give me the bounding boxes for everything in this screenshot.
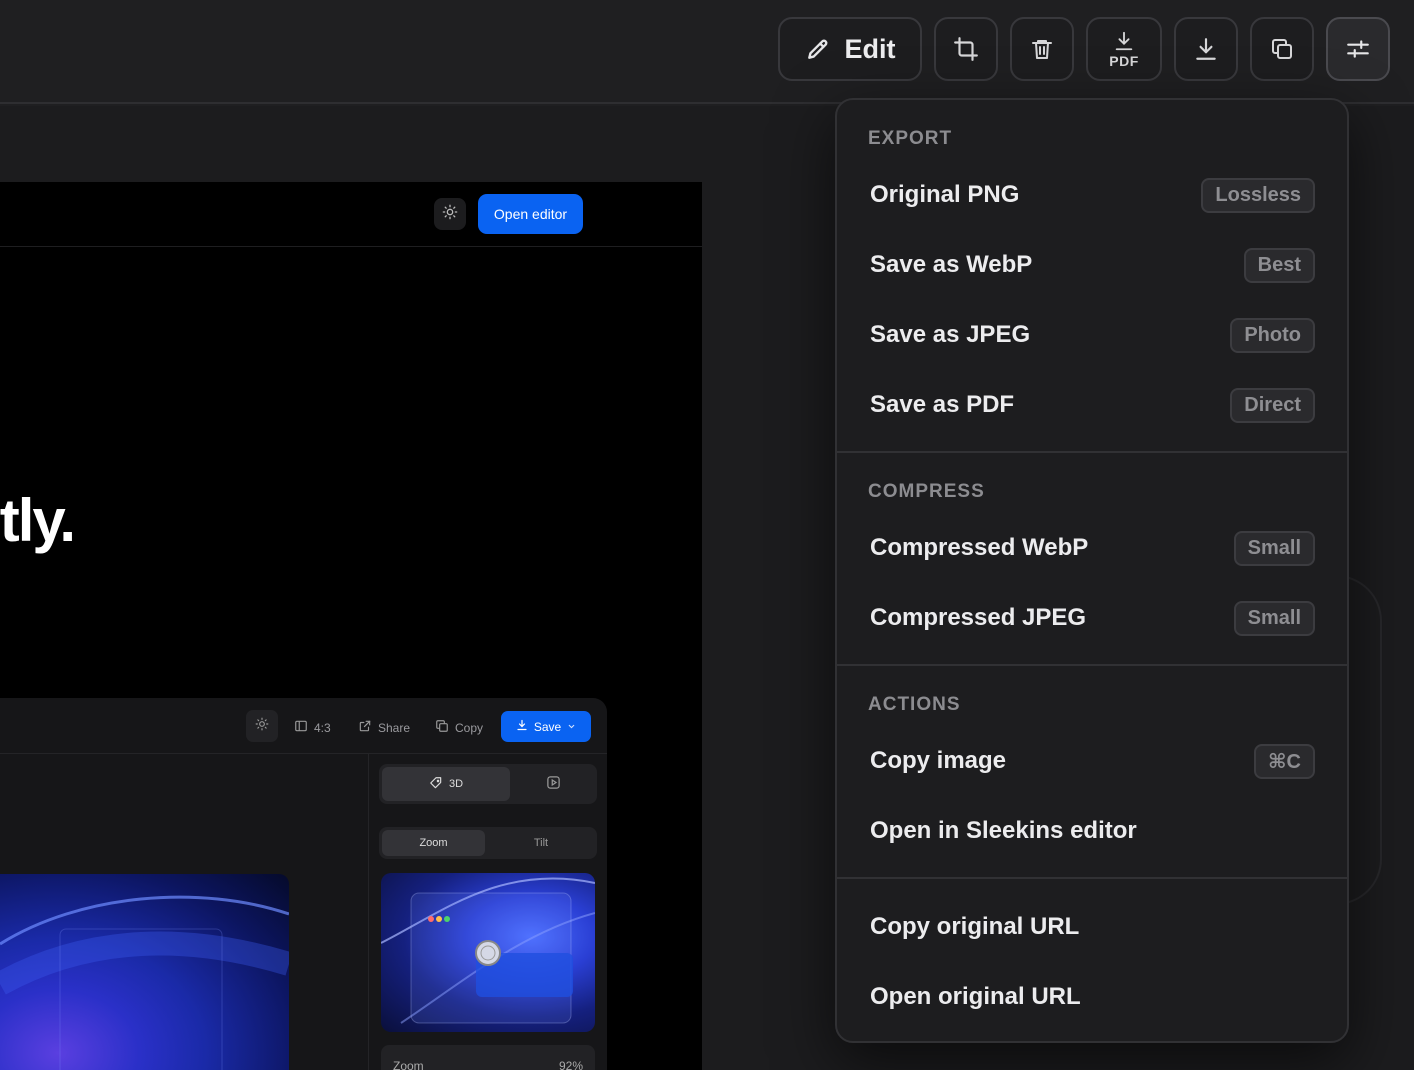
- share-icon: [358, 719, 372, 736]
- inner-aspect: 4:3: [294, 719, 331, 736]
- inner-save-label: Save: [533, 719, 562, 734]
- inner-share-label: Share: [378, 720, 411, 735]
- inner-save-button: Save: [501, 711, 591, 742]
- copy-button[interactable]: [1250, 17, 1314, 81]
- inner-app-screenshot: 4:3 Share Copy Save 3D Zoom Tilt Zoom 92…: [0, 698, 607, 1070]
- sun-icon: [442, 204, 458, 225]
- menu-item-label: Save as JPEG: [870, 321, 1031, 348]
- inner-toolbar: 4:3 Share Copy Save: [0, 698, 607, 754]
- badge-small: Small: [1233, 600, 1315, 636]
- download-button[interactable]: [1174, 17, 1238, 81]
- badge-small: Small: [1233, 530, 1315, 566]
- menu-divider: [837, 451, 1347, 453]
- sliders-icon: [1345, 36, 1371, 62]
- download-icon: [516, 719, 528, 734]
- badge-photo: Photo: [1230, 317, 1315, 353]
- chevron-down-icon: [567, 720, 576, 734]
- inner-zoom-row: Zoom 92%: [381, 1045, 595, 1070]
- edit-button-label: Edit: [844, 33, 896, 64]
- badge-lossless: Lossless: [1201, 177, 1315, 213]
- download-icon: [1113, 30, 1135, 52]
- inner-aspect-label: 4:3: [314, 720, 331, 735]
- menu-item-label: Compressed JPEG: [870, 604, 1087, 631]
- export-menu: EXPORT Original PNG Lossless Save as Web…: [835, 98, 1349, 1043]
- copy-icon: [435, 719, 449, 736]
- adjust-menu-button[interactable]: [1326, 17, 1390, 81]
- inner-canvas-image: [0, 874, 289, 1070]
- section-title-export: EXPORT: [868, 128, 953, 149]
- inner-share: Share: [358, 719, 410, 736]
- inner-tab-tilt: Tilt: [533, 837, 549, 849]
- tag-icon: [429, 776, 443, 793]
- menu-item-label: Save as WebP: [870, 251, 1033, 278]
- menu-item-copy-image[interactable]: Copy image ⌘C: [839, 728, 1347, 794]
- section-title-compress: COMPRESS: [868, 481, 985, 502]
- inner-mode-switch: 3D: [379, 764, 597, 804]
- inner-tab-3d: 3D: [382, 767, 510, 801]
- shortcut-badge: ⌘C: [1254, 743, 1315, 779]
- inner-tab-zoom: Zoom: [382, 830, 485, 856]
- layout-icon: [294, 719, 308, 736]
- menu-item-label: Copy original URL: [870, 913, 1080, 940]
- inner-zoom-value: 92%: [558, 1059, 583, 1070]
- hero-text: tly.: [0, 487, 76, 554]
- inner-tab-video: [510, 764, 597, 804]
- inner-copy-label: Copy: [455, 720, 484, 735]
- inner-side-panel: 3D Zoom Tilt Zoom 92%: [368, 754, 607, 1070]
- menu-item-open-original-url[interactable]: Open original URL: [839, 964, 1347, 1030]
- inner-thumbnail: [381, 873, 595, 1032]
- crop-button[interactable]: [934, 17, 998, 81]
- crop-icon: [953, 36, 979, 62]
- sun-icon: [255, 717, 269, 736]
- menu-item-label: Save as PDF: [870, 391, 1015, 418]
- menu-item-label: Open in Sleekins editor: [870, 817, 1137, 844]
- menu-divider: [837, 664, 1347, 666]
- download-pdf-button[interactable]: PDF: [1086, 17, 1162, 81]
- image-preview: Open editor tly. 4:3 Share Copy Save 3D …: [0, 182, 702, 1070]
- menu-item-copy-original-url[interactable]: Copy original URL: [839, 894, 1347, 960]
- trash-icon: [1030, 37, 1054, 61]
- download-icon: [1193, 36, 1219, 62]
- inner-theme-button: [246, 710, 278, 742]
- open-editor-button[interactable]: Open editor: [478, 194, 583, 234]
- inner-zoom-label: Zoom: [393, 1059, 424, 1070]
- edit-button[interactable]: Edit: [778, 17, 922, 81]
- menu-item-compressed-jpeg[interactable]: Compressed JPEG Small: [839, 585, 1347, 651]
- menu-item-label: Compressed WebP: [870, 534, 1089, 561]
- menu-item-label: Original PNG: [870, 181, 1020, 208]
- preview-header: Open editor: [0, 182, 702, 247]
- menu-divider: [837, 877, 1347, 879]
- menu-item-open-in-editor[interactable]: Open in Sleekins editor: [839, 798, 1347, 864]
- menu-item-save-jpeg[interactable]: Save as JPEG Photo: [839, 302, 1347, 368]
- badge-best: Best: [1243, 247, 1315, 283]
- inner-copy: Copy: [435, 719, 483, 736]
- copy-icon: [1270, 37, 1294, 61]
- pencil-icon: [805, 36, 831, 62]
- pdf-label: PDF: [1109, 52, 1139, 69]
- top-toolbar: Edit PDF: [0, 0, 1414, 104]
- menu-item-label: Open original URL: [870, 983, 1081, 1010]
- menu-item-compressed-webp[interactable]: Compressed WebP Small: [839, 515, 1347, 581]
- delete-button[interactable]: [1010, 17, 1074, 81]
- badge-direct: Direct: [1230, 387, 1315, 423]
- menu-item-label: Copy image: [870, 747, 1007, 774]
- inner-zoom-tilt-switch: Zoom Tilt: [379, 827, 597, 859]
- inner-tab-3d-label: 3D: [448, 778, 464, 790]
- menu-item-save-pdf[interactable]: Save as PDF Direct: [839, 372, 1347, 438]
- theme-toggle-button[interactable]: [434, 198, 466, 230]
- play-square-icon: [546, 775, 561, 793]
- section-title-actions: ACTIONS: [868, 694, 961, 715]
- menu-item-save-webp[interactable]: Save as WebP Best: [839, 232, 1347, 298]
- menu-item-original-png[interactable]: Original PNG Lossless: [839, 162, 1347, 228]
